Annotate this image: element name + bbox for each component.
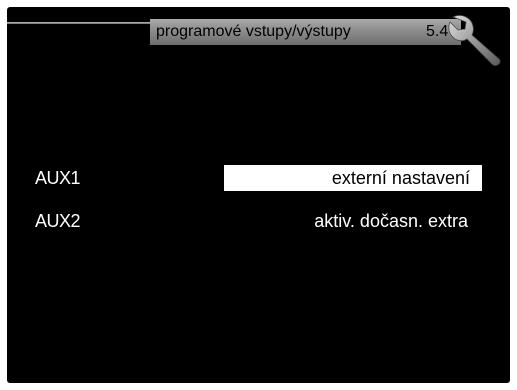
wrench-icon (448, 15, 501, 66)
aux2-label: AUX2 (35, 211, 81, 231)
menu-row-aux1[interactable]: AUX1 externí nastavení (7, 163, 510, 193)
menu-row-aux2[interactable]: AUX2 aktiv. dočasn. extra (7, 206, 510, 236)
display-screen: programové vstupy/výstupy 5.4 AUX1 exter… (7, 7, 510, 383)
aux1-label: AUX1 (35, 168, 81, 188)
header-divider-line (7, 22, 150, 24)
menu-number: 5.4 (426, 23, 449, 40)
aux2-value[interactable]: aktiv. dočasn. extra (314, 206, 468, 236)
header-bar: programové vstupy/výstupy 5.4 (150, 19, 461, 45)
aux1-value-selected[interactable]: externí nastavení (224, 165, 482, 191)
page-title: programové vstupy/výstupy (156, 23, 351, 40)
